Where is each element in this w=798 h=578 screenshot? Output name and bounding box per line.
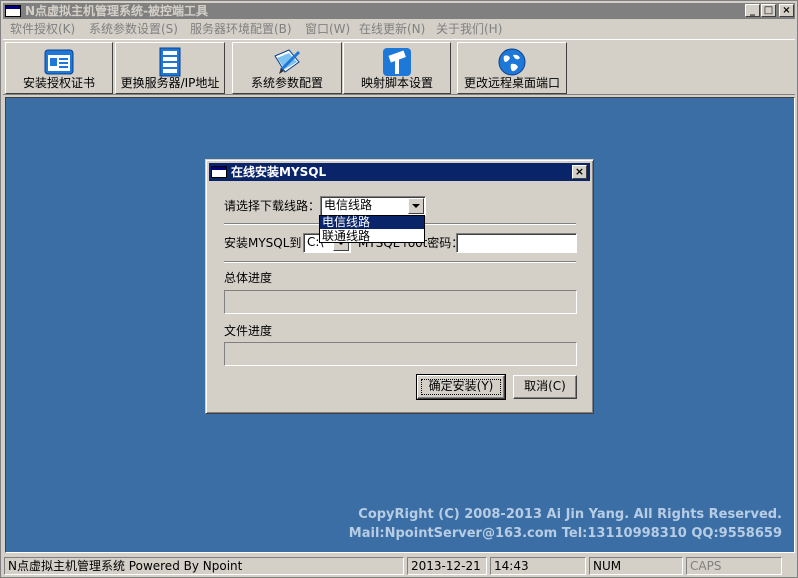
contact-text: Mail:NpointServer@163.com Tel:1311099831…	[348, 526, 782, 541]
toolbar: 安装授权证书 更换服务器/IP地址 系统参数配置 映射脚本设置 更改远程桌面端口	[3, 39, 795, 95]
file-progress-bar	[224, 342, 577, 366]
download-line-value: 电信线路	[324, 198, 373, 212]
menu-online-update[interactable]: 在线更新(N)	[359, 22, 425, 36]
change-server-ip-label: 更换服务器/IP地址	[120, 76, 220, 90]
status-num: NUM	[589, 557, 683, 575]
menu-license[interactable]: 软件授权(K)	[10, 22, 75, 36]
download-line-dropdown: 电信线路 联通线路	[319, 215, 425, 243]
app-window-icon	[5, 5, 21, 17]
cancel-button[interactable]: 取消(C)	[513, 375, 577, 399]
separator-2	[224, 261, 576, 263]
maximize-button[interactable]: □	[761, 4, 776, 17]
close-button[interactable]: ×	[779, 4, 794, 17]
server-icon	[159, 47, 181, 77]
install-mysql-dialog: 在线安装MYSQL × 请选择下载线路： 电信线路 安装MYSQL到 C:\ M…	[205, 159, 594, 414]
file-progress-label: 文件进度	[224, 324, 273, 338]
install-path-label: 安装MYSQL到	[224, 236, 302, 250]
change-server-ip-button[interactable]: 更换服务器/IP地址	[115, 42, 225, 94]
hammer-icon	[383, 48, 411, 76]
dialog-window-icon	[211, 166, 227, 178]
certificate-icon	[44, 49, 74, 75]
download-line-label: 请选择下载线路：	[224, 199, 321, 213]
globe-icon	[498, 48, 526, 76]
chevron-down-icon[interactable]	[408, 198, 424, 214]
script-mapping-button[interactable]: 映射脚本设置	[343, 42, 451, 94]
status-bar: N点虚拟主机管理系统 Powered By Npoint 2013-12-21 …	[3, 556, 795, 576]
dialog-title: 在线安装MYSQL	[231, 165, 327, 179]
window-title: N点虚拟主机管理系统-被控端工具	[25, 4, 209, 18]
download-line-option-telecom[interactable]: 电信线路	[320, 216, 424, 229]
install-certificate-label: 安装授权证书	[22, 76, 95, 90]
menu-about[interactable]: 关于我们(H)	[436, 22, 502, 36]
minimize-button[interactable]: _	[745, 4, 760, 17]
change-rdp-port-label: 更改远程桌面端口	[463, 76, 560, 90]
confirm-install-button[interactable]: 确定安装(Y)	[416, 374, 506, 400]
focus-rect	[421, 379, 501, 395]
menu-window[interactable]: 窗口(W)	[305, 22, 350, 36]
config-pen-icon	[274, 49, 301, 74]
system-config-label: 系统参数配置	[250, 76, 323, 90]
change-rdp-port-button[interactable]: 更改远程桌面端口	[457, 42, 567, 94]
menu-system-settings[interactable]: 系统参数设置(S)	[89, 22, 178, 36]
download-line-select[interactable]: 电信线路	[320, 196, 426, 216]
script-mapping-label: 映射脚本设置	[360, 76, 433, 90]
status-caps: CAPS	[686, 557, 782, 575]
menu-bar: 软件授权(K) 系统参数设置(S) 服务器环境配置(B) 窗口(W) 在线更新(…	[3, 20, 795, 38]
status-time: 14:43	[490, 557, 586, 575]
install-certificate-button[interactable]: 安装授权证书	[5, 42, 113, 94]
root-password-input[interactable]	[456, 233, 577, 253]
system-config-button[interactable]: 系统参数配置	[232, 42, 342, 94]
dialog-close-button[interactable]: ×	[572, 165, 587, 179]
total-progress-bar	[224, 290, 577, 314]
status-date: 2013-12-21	[407, 557, 487, 575]
total-progress-label: 总体进度	[224, 271, 273, 285]
download-line-option-unicom[interactable]: 联通线路	[320, 230, 424, 243]
status-app-name: N点虚拟主机管理系统 Powered By Npoint	[4, 557, 404, 575]
menu-server-environment[interactable]: 服务器环境配置(B)	[190, 22, 292, 36]
title-bar[interactable]: N点虚拟主机管理系统-被控端工具 _ □ ×	[3, 3, 795, 19]
copyright-text: CopyRight (C) 2008-2013 Ai Jin Yang. All…	[358, 507, 782, 522]
dialog-title-bar[interactable]: 在线安装MYSQL ×	[209, 163, 590, 181]
